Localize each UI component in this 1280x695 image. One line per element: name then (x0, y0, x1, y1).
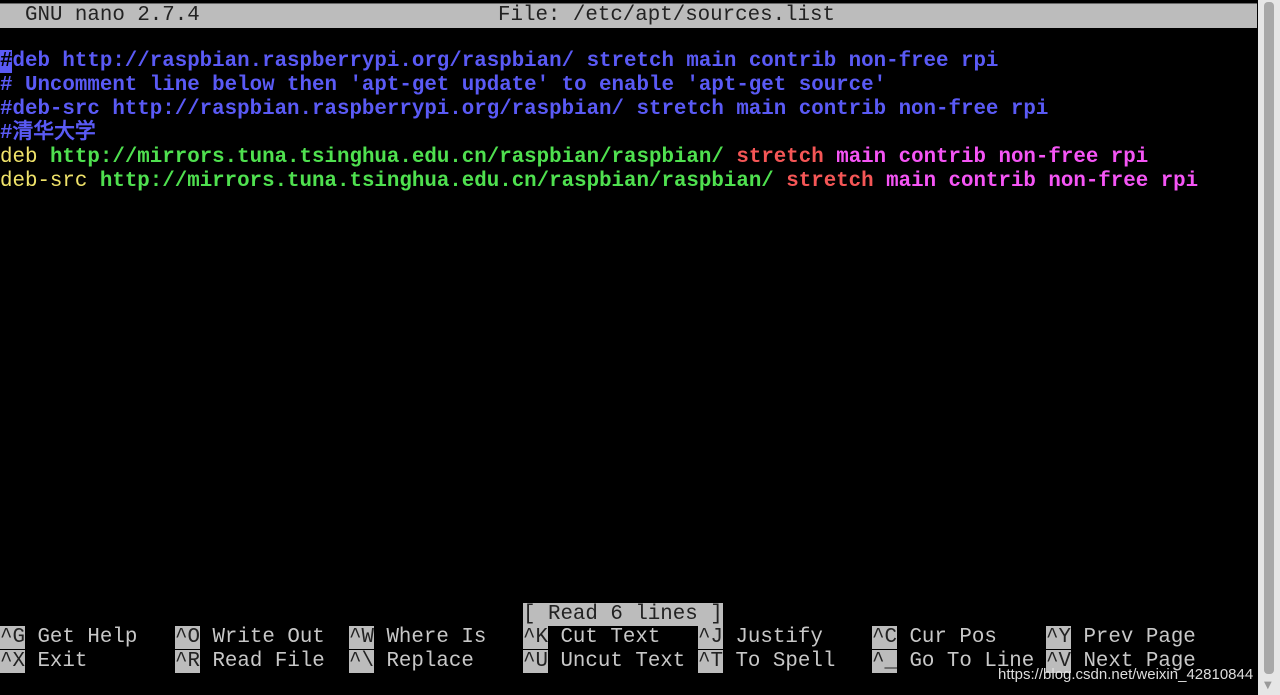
source-url: http://mirrors.tuna.tsinghua.edu.cn/rasp… (99, 170, 774, 193)
source-dist: stretch (736, 146, 824, 169)
scrollbar[interactable]: ▼ (1258, 0, 1280, 695)
shortcut-key: ^K (523, 626, 548, 649)
shortcut-label: Replace (386, 650, 474, 673)
shortcut-prev-page[interactable]: ^Y Prev Page (1046, 626, 1196, 650)
shortcut-label: Get Help (37, 626, 138, 649)
shortcut-cur-pos[interactable]: ^C Cur Pos (872, 626, 997, 650)
shortcut-label: Cur Pos (909, 626, 997, 649)
text-cursor: # (0, 50, 13, 73)
shortcut-key: ^X (0, 650, 25, 673)
app-version: GNU nano 2.7.4 (25, 4, 200, 27)
scroll-down-arrow-icon[interactable]: ▼ (1264, 680, 1272, 691)
shortcut-uncut-text[interactable]: ^U Uncut Text (523, 650, 685, 674)
line-3: #deb-src http://raspbian.raspberrypi.org… (0, 98, 1049, 121)
line-6: deb-src http://mirrors.tuna.tsinghua.edu… (0, 170, 1198, 194)
watermark: https://blog.csdn.net/weixin_42810844 (998, 666, 1254, 683)
shortcut-label: Uncut Text (560, 650, 686, 673)
file-name: File: /etc/apt/sources.list (498, 4, 835, 27)
shortcut-read-file[interactable]: ^R Read File (175, 650, 325, 674)
shortcut-key: ^W (349, 626, 374, 649)
shortcut-label: Where Is (386, 626, 487, 649)
shortcut-label: Cut Text (560, 626, 661, 649)
shortcut-to-spell[interactable]: ^T To Spell (698, 650, 835, 674)
line-1: #deb http://raspbian.raspberrypi.org/ras… (0, 50, 998, 74)
shortcut-write-out[interactable]: ^O Write Out (175, 626, 325, 650)
source-type: deb (0, 146, 38, 169)
shortcut-key: ^\ (349, 650, 374, 673)
shortcut-cut-text[interactable]: ^K Cut Text (523, 626, 660, 650)
shortcut-key: ^U (523, 650, 548, 673)
shortcut-label: Prev Page (1083, 626, 1196, 649)
shortcut-label: Justify (735, 626, 823, 649)
shortcut-where-is[interactable]: ^W Where Is (349, 626, 486, 650)
shortcut-key: ^C (872, 626, 897, 649)
line-4: #清华大学 (0, 122, 96, 145)
line-2: # Uncomment line below then 'apt-get upd… (0, 74, 887, 97)
shortcut-key: ^O (175, 626, 200, 649)
shortcut-label: Write Out (212, 626, 325, 649)
line-text: deb http://raspbian.raspberrypi.org/rasp… (12, 50, 999, 73)
shortcut-label: To Spell (735, 650, 836, 673)
shortcut-key: ^J (698, 626, 723, 649)
shortcut-key: ^G (0, 626, 25, 649)
shortcut-key: ^R (175, 650, 200, 673)
source-url: http://mirrors.tuna.tsinghua.edu.cn/rasp… (49, 146, 724, 169)
title-bar: GNU nano 2.7.4 File: /etc/apt/sources.li… (0, 3, 1257, 28)
shortcut-get-help[interactable]: ^G Get Help (0, 626, 137, 650)
source-components: main contrib non-free rpi (836, 146, 1149, 169)
shortcut-label: Read File (212, 650, 325, 673)
status-message: [ Read 6 lines ] (523, 603, 723, 626)
shortcut-key: ^_ (872, 650, 897, 673)
shortcut-label: Exit (37, 650, 88, 673)
shortcut-justify[interactable]: ^J Justify (698, 626, 823, 650)
source-dist: stretch (786, 170, 874, 193)
source-type: deb-src (0, 170, 88, 193)
line-5: deb http://mirrors.tuna.tsinghua.edu.cn/… (0, 146, 1148, 170)
shortcut-key: ^Y (1046, 626, 1071, 649)
shortcut-replace[interactable]: ^\ Replace (349, 650, 474, 674)
shortcut-key: ^T (698, 650, 723, 673)
scrollbar-thumb[interactable] (1264, 2, 1274, 674)
shortcut-exit[interactable]: ^X Exit (0, 650, 87, 674)
source-components: main contrib non-free rpi (886, 170, 1199, 193)
